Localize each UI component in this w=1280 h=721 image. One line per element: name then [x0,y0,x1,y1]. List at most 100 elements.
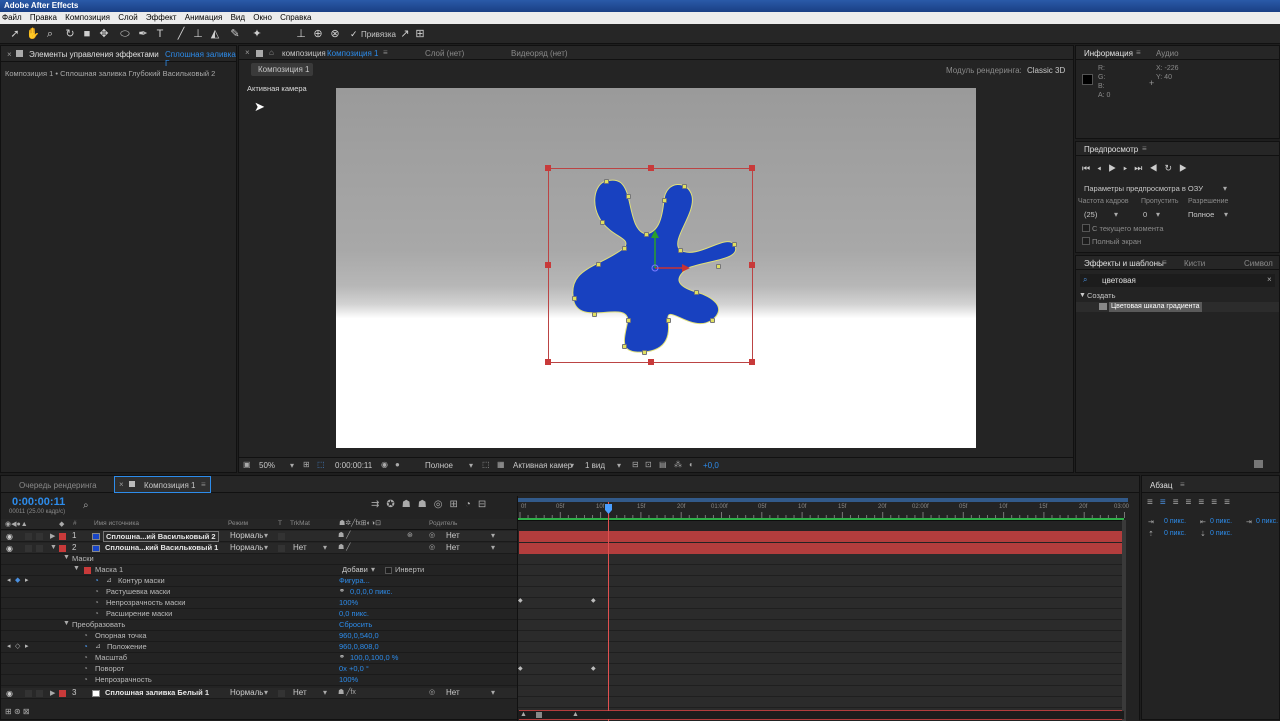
chevron-down-icon[interactable]: ▾ [491,688,495,697]
panel-lock-icon[interactable] [16,50,23,57]
menu-edit[interactable]: Правка [30,13,57,22]
bbox-handle[interactable] [648,359,654,365]
toggle-modes-icon[interactable]: ⊛ [14,707,21,716]
zoom-select[interactable]: 50% [259,461,275,470]
collapse-triangle-icon[interactable]: ▼ [63,620,70,627]
stopwatch-icon[interactable]: ◔ [83,653,88,662]
solo-icon[interactable] [25,533,32,540]
hand-tool-icon[interactable]: ✋ [26,27,40,41]
timeline-zoom-bar[interactable]: ▲ ▲ [518,711,1124,719]
panel-lock-icon[interactable] [256,50,263,57]
expand-triangle-icon[interactable]: ▶ [50,532,55,540]
resolution-select[interactable]: Полное [425,461,453,470]
snap-grid-icon[interactable]: ⊞ [413,27,427,41]
mask-vertex[interactable] [621,343,627,349]
lock-icon[interactable] [36,690,43,697]
expand-triangle-icon[interactable]: ▼ [1079,292,1086,299]
property-row[interactable]: ◂ ◇ ▸ ◔ ⊿ Положение 960,0,808,0 [1,642,517,653]
composition-subtab[interactable]: Композиция 1 [251,63,313,76]
expand-triangle-icon[interactable]: ▶ [50,689,55,697]
justify-left-icon[interactable]: ≡ [1186,497,1199,508]
property-mask1[interactable]: Маска 1 [95,565,123,574]
chevron-down-icon[interactable]: ▾ [323,688,327,697]
position-value[interactable]: 960,0,808,0 [339,642,379,651]
play-icon[interactable]: ▶ [1108,163,1123,173]
mask-inverted-checkbox[interactable] [385,567,392,574]
zoom-slider-handle[interactable] [536,712,542,718]
layer-name[interactable]: Сплошна...кий Васильковый 1 [105,543,218,552]
tab-effect-controls[interactable]: Элементы управления эффектами [29,50,159,59]
toggle-switches-icon[interactable]: ⊞ [5,707,12,716]
previous-frame-icon[interactable]: ◂ [1097,163,1108,173]
keyframe-nav-right-icon[interactable]: ▸ [25,576,29,584]
label-color-swatch[interactable] [59,690,66,697]
effects-search-input[interactable]: ⌕ цветовая × [1080,274,1275,287]
last-frame-icon[interactable]: ⏭ [1134,163,1149,173]
property-row[interactable]: ▼ Маски [1,554,517,565]
layer-switches[interactable]: ☗ ╱ [338,543,350,551]
keyframe-nav-right-icon[interactable]: ▸ [25,642,29,650]
blend-mode-select[interactable]: Нормаль [230,688,263,697]
link-icon[interactable]: ⚭ [339,587,345,595]
menu-view[interactable]: Вид [231,13,245,22]
menu-layer[interactable]: Слой [118,13,137,22]
align-center-icon[interactable]: ≡ [1160,497,1173,508]
timeline-icon[interactable]: ▤ [659,460,667,469]
tab-render-queue[interactable]: Очередь рендеринга [19,481,97,490]
shy-icon[interactable]: ☗ [402,499,418,510]
property-row[interactable]: ◔ Непрозрачность 100% [1,675,517,686]
full-screen-checkbox[interactable] [1082,237,1090,245]
time-graph[interactable]: 0f 05f 10f 15f 20f 01:00f 05f 10f 15f 20… [517,496,1139,721]
graph-icon[interactable]: ⊿ [95,642,101,650]
safe-zones-icon[interactable]: ⊞ [303,460,310,469]
mask-shape-svg[interactable] [336,88,976,448]
loop-icon[interactable]: ↻ [1164,163,1179,173]
panel-menu-icon[interactable]: ≡ [1180,480,1185,489]
mask-vertex[interactable] [665,317,671,323]
tab-effects-presets[interactable]: Эффекты и шаблоны [1084,259,1164,268]
indent-left-value[interactable]: 0 пикс. [1164,518,1186,525]
camera-tool-icon[interactable]: ■ [80,27,94,41]
keyframe-icon[interactable]: ◆ [518,597,523,604]
effect-item-row[interactable]: Цветовая шкала градиента [1076,302,1279,312]
mask-vertex[interactable] [731,241,737,247]
blend-mode-select[interactable]: Нормаль [230,531,263,540]
renderer-value[interactable]: Classic 3D [1027,66,1065,75]
tab-layer[interactable]: Слой (нет) [425,49,464,58]
align-left-icon[interactable]: ≡ [1147,497,1160,508]
chevron-down-icon[interactable]: ▾ [491,543,495,552]
bbox-handle[interactable] [749,359,755,365]
keyframe-icon[interactable]: ◆ [518,665,523,672]
chevron-down-icon[interactable]: ▾ [323,543,327,552]
stopwatch-icon[interactable]: ◔ [94,598,99,607]
chevron-down-icon[interactable]: ▾ [469,461,473,470]
selection-tool-icon[interactable]: ➚ [8,27,22,41]
opacity-value[interactable]: 100% [339,675,358,684]
exposure-value[interactable]: +0,0 [703,461,719,470]
toggle-panel-icon[interactable]: ⊠ [23,707,30,716]
show-channel-icon[interactable]: ● [395,460,400,469]
frame-blending-icon[interactable]: ☗ [418,499,434,510]
ellipse-tool-icon[interactable]: ⬭ [118,27,132,41]
solo-icon[interactable] [25,545,32,552]
property-row[interactable]: ◔ Опорная точка 960,0,540,0 [1,631,517,642]
transform-reset-link[interactable]: Сбросить [339,620,372,629]
menu-help[interactable]: Справка [280,13,311,22]
mask-vertex[interactable] [621,245,627,251]
keyframe-icon[interactable]: ◆ [591,597,596,604]
property-row[interactable]: ◂ ◆ ▸ ◔ ⊿ Контур маски Фигура... [1,576,517,587]
zoom-out-icon[interactable]: ▲ [520,711,527,718]
preserve-transparency-toggle[interactable] [278,533,285,540]
layer-name[interactable]: Сплошна...ий Васильковый 2 [103,531,219,542]
panel-menu-icon[interactable]: ≡ [383,48,388,57]
parent-pickwhip-icon[interactable]: ◎ [429,531,435,539]
composition-viewer[interactable] [336,88,976,448]
mask-vertex[interactable] [603,178,609,184]
tab-brushes[interactable]: Кисти [1184,259,1205,268]
mask-vertex[interactable] [643,231,649,237]
mask-vertex[interactable] [715,263,721,269]
keyframe-nav-add-icon[interactable]: ◇ [15,642,20,650]
chevron-down-icon[interactable]: ▾ [617,461,621,470]
mask-vertex[interactable] [571,295,577,301]
tab-effect-controls-layer-link[interactable]: Сплошная заливка Г [165,50,236,68]
